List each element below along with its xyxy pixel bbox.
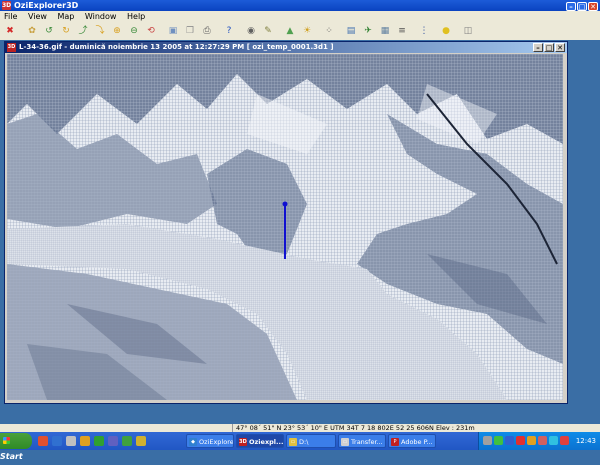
quick-launch-icon[interactable] (52, 436, 62, 446)
taskbar-button[interactable]: P Adobe P... (388, 434, 436, 448)
tray-icon[interactable] (494, 436, 503, 445)
maximize-icon[interactable]: □ (577, 2, 587, 11)
palette-tool-icon[interactable]: ✿ (25, 24, 39, 38)
tray-icon[interactable] (483, 436, 492, 445)
task-icon: P (391, 438, 399, 446)
app-title: OziExplorer3D (14, 1, 79, 10)
tilt-down-tool-icon[interactable]: ⤵ (93, 24, 107, 38)
pencil-tool-icon[interactable]: ✎ (261, 24, 275, 38)
task-icon: ◆ (189, 438, 197, 446)
menu-file[interactable]: File (0, 11, 21, 22)
map-window-icon[interactable]: 3D (7, 43, 16, 52)
grid-tool-icon[interactable]: ▦ (378, 24, 392, 38)
quick-launch-icon[interactable] (122, 436, 132, 446)
taskbar-button[interactable]: ▭ Transfer... (338, 434, 386, 448)
quick-launch-icon[interactable] (108, 436, 118, 446)
map-close-icon[interactable]: ✕ (555, 43, 565, 52)
map-window: 3D L-34-36.gif - duminică noiembrie 13 2… (4, 41, 568, 404)
dots-tool-icon[interactable]: ⁘ (322, 24, 336, 38)
system-tray: 12:43 (478, 432, 600, 450)
tray-icon[interactable] (516, 436, 525, 445)
task-label: Oziexpl... (249, 438, 284, 446)
image-tool-icon[interactable]: ▣ (166, 24, 180, 38)
close-icon[interactable]: ✕ (588, 2, 598, 11)
task-label: Transfer... (351, 438, 383, 446)
tray-icon[interactable] (505, 436, 514, 445)
tilt-up-tool-icon[interactable]: ⤴ (76, 24, 90, 38)
quick-launch-icon[interactable] (94, 436, 104, 446)
menu-map[interactable]: Map (53, 11, 78, 22)
map-window-title-bar[interactable]: 3D L-34-36.gif - duminică noiembrie 13 2… (5, 42, 567, 53)
tray-icon[interactable] (527, 436, 536, 445)
task-icon: ▭ (341, 438, 349, 446)
plane-tool-icon[interactable]: ✈ (361, 24, 375, 38)
map-window-title: L-34-36.gif - duminică noiembrie 13 2005… (19, 43, 334, 51)
task-icon: 3D (239, 438, 247, 446)
toolbar: ✖ ✿ ↺ ↻ ⤴ ⤵ ⊕ ⊖ ⟲ ▣ ❐ ⎙? ◉ ✎ ▲ ☀ ⁘ ▤ ✈ ▦ ≡ ⋮ ● ◫ (0, 22, 600, 41)
map-minimize-icon[interactable]: – (533, 43, 543, 52)
windows-logo-icon (3, 437, 10, 444)
status-bar: 47° 08´ 51" N 23° 53´ 10" E UTM 34T 7 18… (0, 424, 600, 432)
rotate-right-tool-icon[interactable]: ↻ (59, 24, 73, 38)
taskbar-button[interactable]: ◆ OziExplorer (186, 434, 234, 448)
settings-tool-icon[interactable]: ◫ (461, 24, 475, 38)
menu-window[interactable]: Window (81, 11, 121, 22)
reset-tool-icon[interactable]: ⟲ (144, 24, 158, 38)
rotate-left-tool-icon[interactable]: ↺ (42, 24, 56, 38)
mountain-tool-icon[interactable]: ▲ (283, 24, 297, 38)
menu-help[interactable]: Help (123, 11, 149, 22)
terrain-3d-view[interactable] (7, 54, 563, 400)
task-label: OziExplorer (199, 438, 234, 446)
clock: 12:43 (575, 437, 596, 445)
menu-view[interactable]: View (24, 11, 51, 22)
window-tool-icon[interactable]: ▤ (344, 24, 358, 38)
copy-tool-icon[interactable]: ❐ (183, 24, 197, 38)
tray-icon[interactable] (538, 436, 547, 445)
quick-launch-icon[interactable] (80, 436, 90, 446)
quick-launch-icon[interactable] (136, 436, 146, 446)
mesh-tool-icon[interactable]: ⋮ (417, 24, 431, 38)
tray-icon[interactable] (560, 436, 569, 445)
app-title-bar: 3D OziExplorer3D – □ ✕ (0, 0, 600, 11)
zoom-in-tool-icon[interactable]: ⊕ (110, 24, 124, 38)
task-label: D:\ (299, 438, 309, 446)
help-tool-icon[interactable]: ? (222, 24, 236, 38)
quick-launch-icon[interactable] (66, 436, 76, 446)
start-label: Start (0, 452, 23, 461)
task-label: Adobe P... (401, 438, 433, 446)
coordinates-readout: 47° 08´ 51" N 23° 53´ 10" E UTM 34T 7 18… (232, 424, 598, 432)
taskbar-button[interactable]: 3D Oziexpl... (236, 434, 284, 448)
start-button[interactable]: Start (0, 433, 32, 461)
minimize-icon[interactable]: – (566, 2, 576, 11)
taskbar: Start ◆ OziExplorer 3D Oziexpl... ▭ D:\ ▭ Trans… (0, 432, 600, 461)
light-tool-icon[interactable]: ● (439, 24, 453, 38)
task-icon: ▭ (289, 438, 297, 446)
quick-launch-icon[interactable] (38, 436, 48, 446)
tray-icon[interactable] (549, 436, 558, 445)
sun-tool-icon[interactable]: ☀ (300, 24, 314, 38)
eye-tool-icon[interactable]: ◉ (244, 24, 258, 38)
map-maximize-icon[interactable]: □ (544, 43, 554, 52)
print-tool-icon[interactable]: ⎙ (200, 24, 214, 38)
terrain-render[interactable] (7, 54, 563, 400)
wire-tool-icon[interactable]: ≡ (395, 24, 409, 38)
app-icon[interactable]: 3D (2, 1, 11, 10)
zoom-out-tool-icon[interactable]: ⊖ (127, 24, 141, 38)
map-window-controls: – □ ✕ (532, 43, 565, 54)
close-tool-icon[interactable]: ✖ (3, 24, 17, 38)
taskbar-button[interactable]: ▭ D:\ (286, 434, 336, 448)
